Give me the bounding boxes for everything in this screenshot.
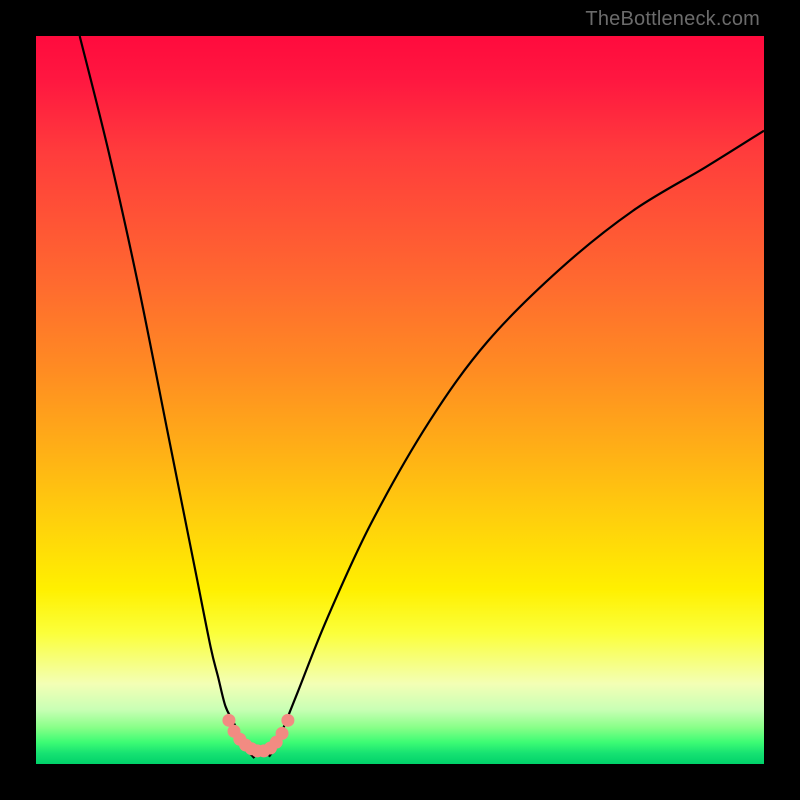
- chart-frame: TheBottleneck.com: [0, 0, 800, 800]
- plot-area: [36, 36, 764, 764]
- trough-dot: [281, 714, 294, 727]
- trough-dot: [276, 727, 289, 740]
- curve-layer: [36, 36, 764, 764]
- curve-left-branch: [80, 36, 255, 758]
- trough-dots: [222, 714, 294, 758]
- watermark-text: TheBottleneck.com: [585, 8, 760, 31]
- curve-right-branch: [269, 131, 764, 757]
